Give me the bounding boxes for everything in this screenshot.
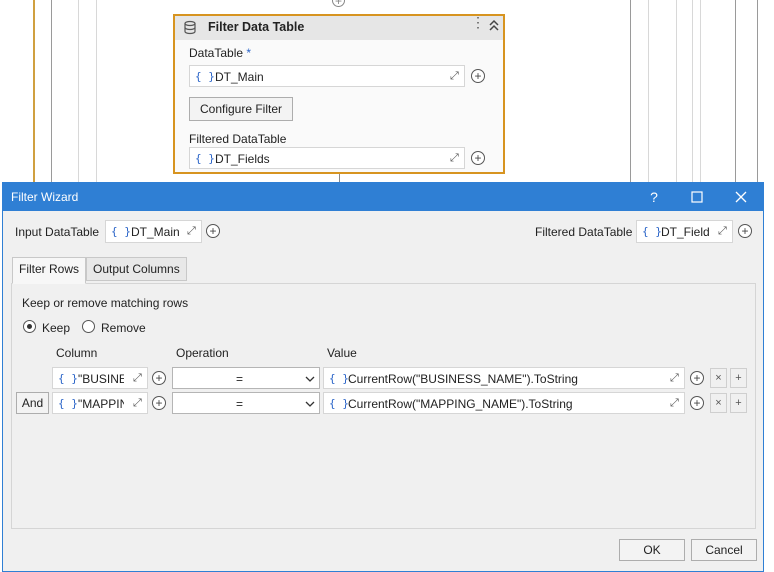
expand-editor-icon[interactable]: ⤢ [187, 225, 196, 238]
remove-row-button[interactable]: × [710, 368, 727, 388]
value-field[interactable]: { } CurrentRow("MAPPING_NAME").ToString … [323, 392, 685, 414]
add-variable-icon[interactable]: + [152, 396, 166, 410]
collapse-icon[interactable] [488, 18, 500, 35]
column-header: Column [56, 346, 98, 360]
operation-value: = [236, 397, 244, 411]
column-field[interactable]: { } "BUSINE ⤢ [52, 367, 148, 389]
add-variable-icon[interactable]: + [690, 396, 704, 410]
connector-line [339, 174, 340, 182]
and-or-toggle[interactable]: And [16, 392, 49, 414]
filtered-datatable-field[interactable]: { } DT_Fields ⤢ [189, 147, 465, 169]
cancel-button[interactable]: Cancel [691, 539, 757, 561]
ok-button[interactable]: OK [619, 539, 685, 561]
add-row-button[interactable]: + [730, 368, 747, 388]
add-variable-icon[interactable]: + [471, 151, 485, 165]
required-mark: * [246, 46, 252, 60]
add-variable-icon[interactable]: + [471, 69, 485, 83]
add-variable-icon[interactable]: + [690, 371, 704, 385]
expression-icon: { } [58, 372, 78, 385]
expand-editor-icon[interactable]: ⤢ [133, 372, 142, 385]
dialog-titlebar[interactable]: Filter Wizard ? [3, 183, 763, 211]
input-datatable-field[interactable]: { } DT_Main ⤢ [105, 220, 202, 243]
expression-icon: { } [195, 152, 215, 165]
close-button[interactable] [731, 187, 751, 207]
expression-icon: { } [58, 397, 78, 410]
column-value: "BUSINE [78, 372, 124, 386]
expression-icon: { } [195, 70, 215, 83]
dialog-title: Filter Wizard [11, 190, 79, 204]
expand-editor-icon[interactable]: ⤢ [450, 70, 459, 83]
filtered-datatable-label: Filtered DataTable [535, 225, 633, 239]
expand-editor-icon[interactable]: ⤢ [133, 397, 142, 410]
filtered-datatable-label: Filtered DataTable [189, 132, 287, 146]
expand-editor-icon[interactable]: ⤢ [670, 397, 679, 410]
add-activity-icon[interactable]: + [332, 0, 345, 7]
expression-icon: { } [329, 397, 349, 410]
chevron-down-icon [305, 376, 315, 382]
value-expression: CurrentRow("BUSINESS_NAME").ToString [348, 372, 578, 386]
database-icon [184, 20, 196, 35]
remove-row-button[interactable]: × [710, 393, 727, 413]
configure-filter-button[interactable]: Configure Filter [189, 97, 293, 121]
more-options-icon[interactable]: ⋮ [471, 15, 485, 31]
filtered-datatable-value: DT_Fields [661, 225, 709, 239]
add-variable-icon[interactable]: + [206, 224, 220, 238]
activity-header: Filter Data Table ⋮ [175, 15, 503, 40]
value-header: Value [327, 346, 357, 360]
activity-title: Filter Data Table [208, 20, 305, 34]
add-variable-icon[interactable]: + [738, 224, 752, 238]
tab-output-columns[interactable]: Output Columns [86, 257, 187, 281]
remove-label: Remove [101, 321, 146, 335]
add-row-button[interactable]: + [730, 393, 747, 413]
operation-header: Operation [176, 346, 229, 360]
value-field[interactable]: { } CurrentRow("BUSINESS_NAME").ToString… [323, 367, 685, 389]
filtered-datatable-field[interactable]: { } DT_Fields ⤢ [636, 220, 733, 243]
add-variable-icon[interactable]: + [152, 371, 166, 385]
datatable-field[interactable]: { } DT_Main ⤢ [189, 65, 465, 87]
tab-filter-rows[interactable]: Filter Rows [12, 257, 87, 284]
datatable-label: DataTable * [189, 46, 252, 60]
filter-data-table-activity[interactable]: Filter Data Table ⋮ DataTable * { } DT_M… [173, 14, 505, 174]
keep-radio[interactable] [23, 320, 36, 333]
expression-icon: { } [329, 372, 349, 385]
operation-select[interactable]: = [172, 367, 320, 389]
column-value: "MAPPIN [78, 397, 124, 411]
expression-icon: { } [642, 225, 662, 238]
chevron-down-icon [305, 401, 315, 407]
keep-label: Keep [42, 321, 71, 335]
expression-icon: { } [111, 225, 131, 238]
expand-editor-icon[interactable]: ⤢ [718, 225, 727, 238]
datatable-value: DT_Main [215, 70, 264, 84]
expand-editor-icon[interactable]: ⤢ [450, 152, 459, 165]
column-field[interactable]: { } "MAPPIN ⤢ [52, 392, 148, 414]
filtered-datatable-value: DT_Fields [215, 152, 270, 166]
value-expression: CurrentRow("MAPPING_NAME").ToString [348, 397, 573, 411]
remove-radio[interactable] [82, 320, 95, 333]
input-datatable-value: DT_Main [131, 225, 180, 239]
mode-description: Keep or remove matching rows [22, 296, 189, 310]
input-datatable-label: Input DataTable [15, 225, 100, 239]
maximize-button[interactable] [687, 187, 707, 207]
operation-value: = [236, 372, 244, 386]
operation-select[interactable]: = [172, 392, 320, 414]
filter-wizard-dialog: Filter Wizard ? Input DataTable { } DT_M… [2, 182, 764, 572]
help-button[interactable]: ? [644, 187, 664, 207]
expand-editor-icon[interactable]: ⤢ [670, 372, 679, 385]
